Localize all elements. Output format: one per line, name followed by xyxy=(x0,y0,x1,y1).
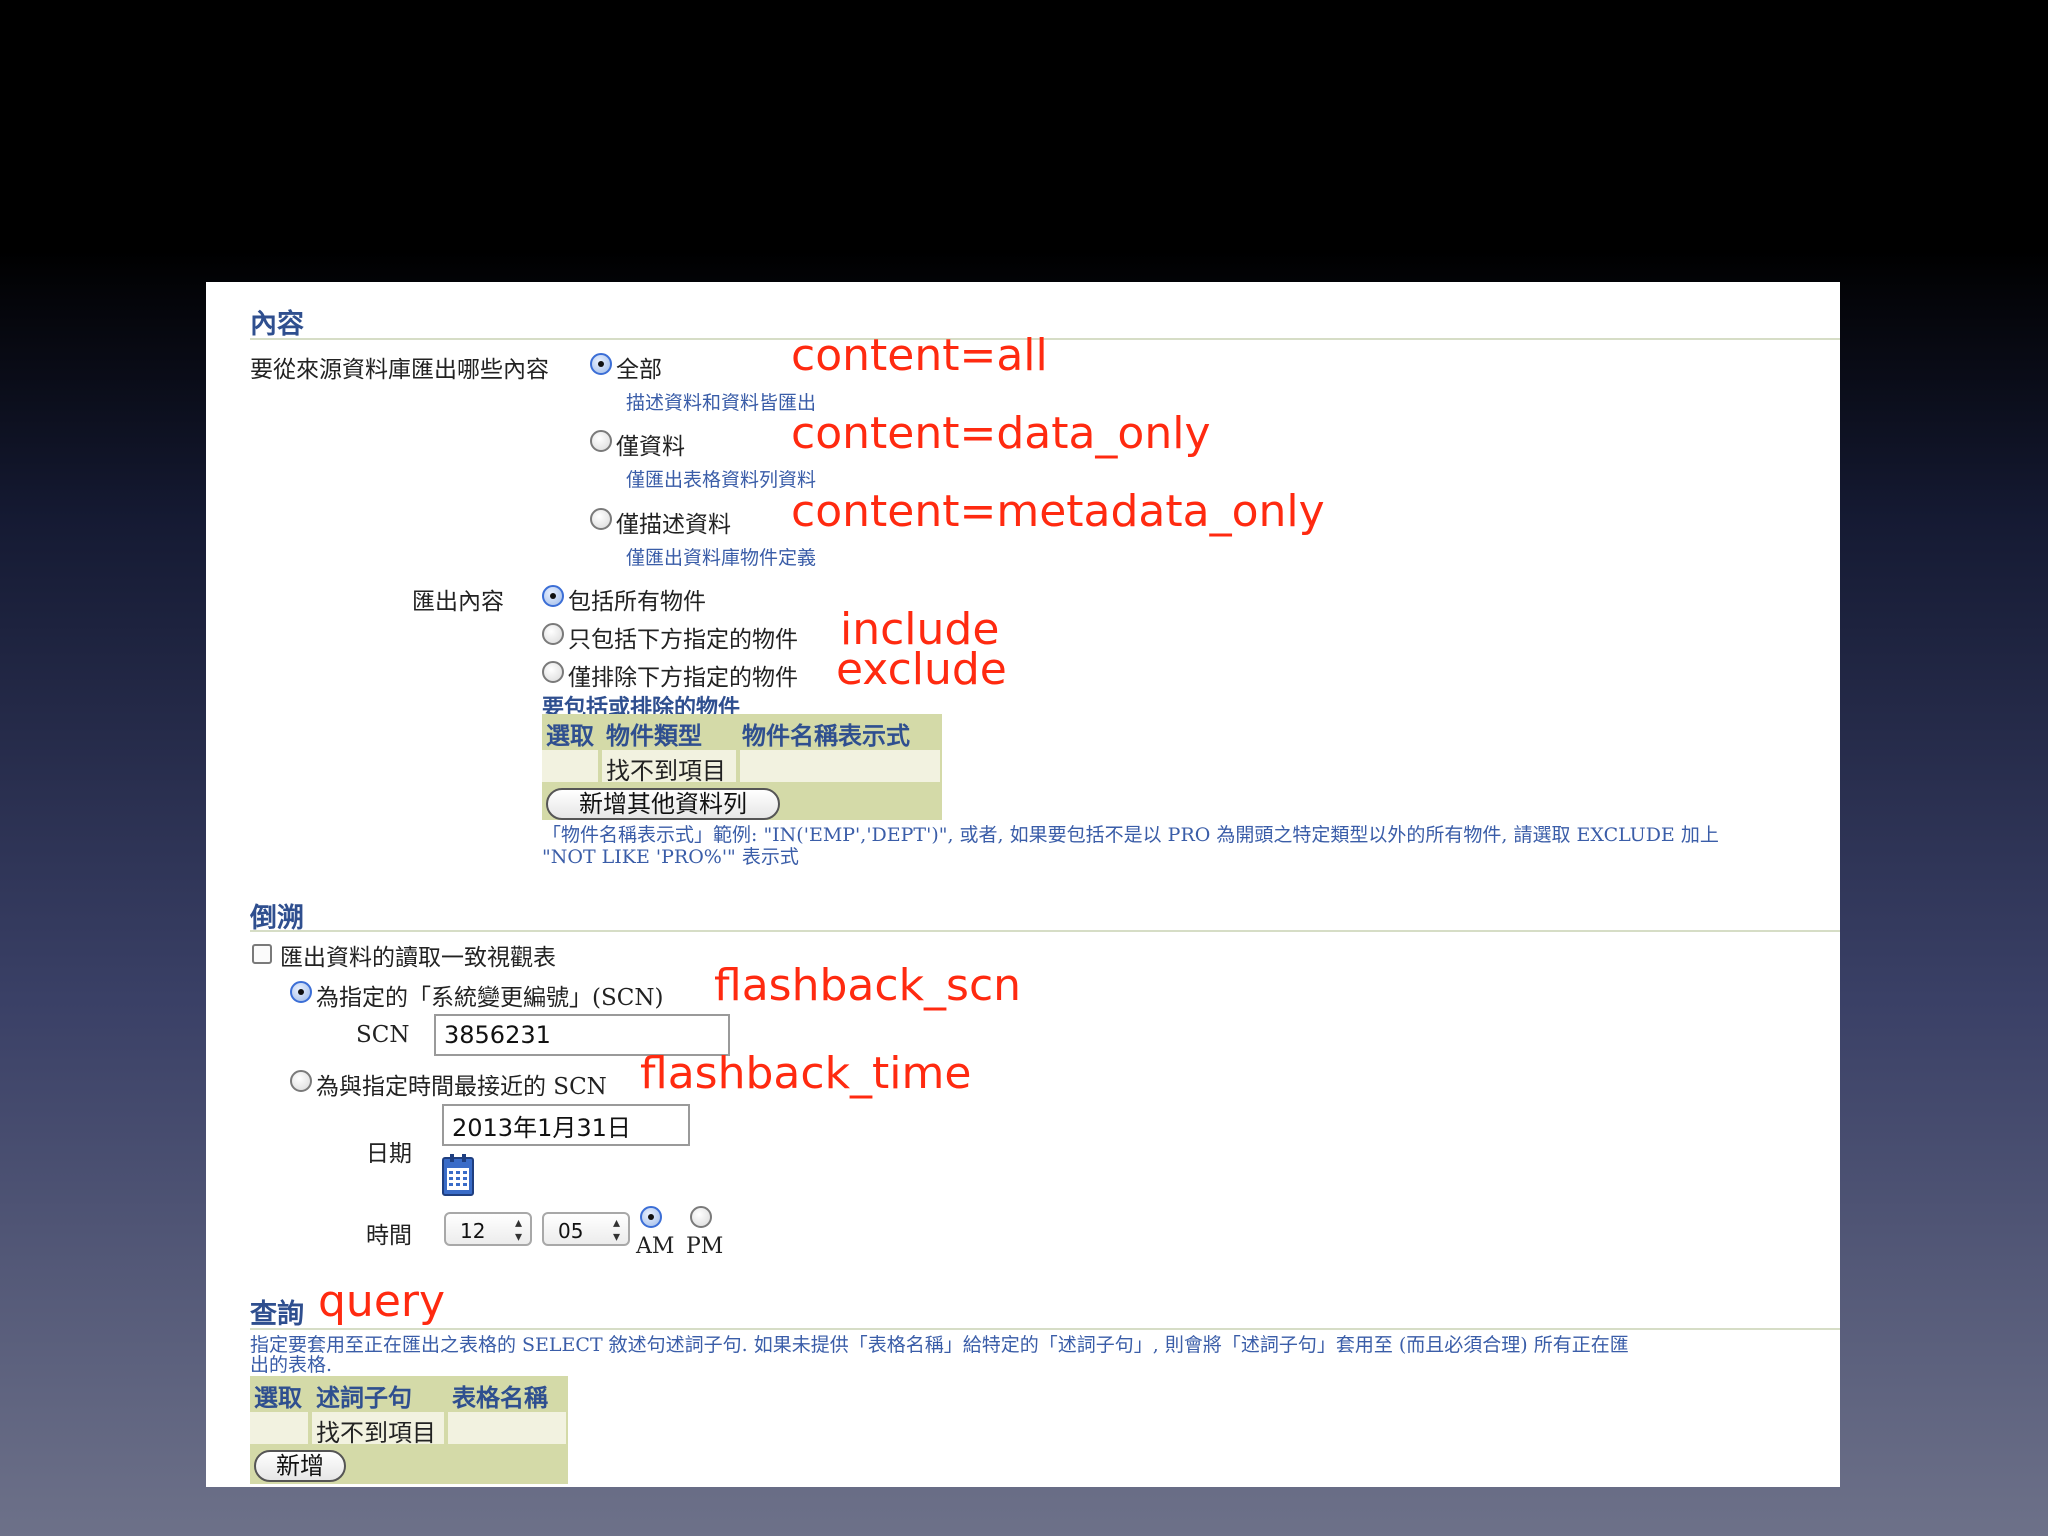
content-all-annotation: content=all xyxy=(791,330,1048,381)
objects-col-type: 物件類型 xyxy=(606,721,702,750)
pm-radio[interactable] xyxy=(690,1206,712,1228)
query-empty-text: 找不到項目 xyxy=(316,1419,436,1447)
select-arrows-icon: ▴ ▾ xyxy=(514,1215,522,1245)
table-row: 找不到項目 xyxy=(602,750,736,785)
hour-select-value: 12 xyxy=(460,1219,486,1243)
content-data-only-annotation: content=data_only xyxy=(791,408,1211,459)
content-metadata-only-label: 僅描述資料 xyxy=(616,512,731,538)
objects-empty-cell-select xyxy=(542,750,598,782)
query-col-table-name: 表格名稱 xyxy=(452,1383,548,1412)
content-metadata-only-annotation: content=metadata_only xyxy=(791,486,1325,537)
minute-select[interactable]: 05 ▴ ▾ xyxy=(542,1212,630,1246)
object-expression-note-line2: "NOT LIKE 'PRO%'" 表示式 xyxy=(542,846,799,868)
flashback-time-label: 為與指定時間最接近的 SCN xyxy=(316,1074,607,1100)
query-description-line2: 出的表格. xyxy=(250,1354,333,1376)
content-all-label: 全部 xyxy=(616,357,662,383)
date-label: 日期 xyxy=(366,1141,412,1167)
hour-select[interactable]: 12 ▴ ▾ xyxy=(444,1212,532,1246)
add-object-row-button[interactable]: 新增其他資料列 xyxy=(546,788,780,820)
flashback-scn-radio[interactable] xyxy=(290,981,312,1003)
content-question-label: 要從來源資料庫匯出哪些內容 xyxy=(250,357,549,383)
export-exclude-radio[interactable] xyxy=(542,661,564,683)
content-metadata-only-hint: 僅匯出資料庫物件定義 xyxy=(626,547,817,569)
content-data-only-label: 僅資料 xyxy=(616,434,685,460)
export-content-label: 匯出內容 xyxy=(412,589,504,615)
minute-select-value: 05 xyxy=(558,1219,584,1243)
read-consistent-view-label: 匯出資料的讀取一致視觀表 xyxy=(280,945,556,971)
flashback-scn-annotation: flashback_scn xyxy=(714,960,1022,1011)
scn-label: SCN xyxy=(356,1022,410,1048)
export-exclude-annotation: exclude xyxy=(836,644,1007,695)
objects-empty-cell-expr xyxy=(740,750,940,782)
objects-col-select: 選取 xyxy=(546,721,594,750)
query-col-select: 選取 xyxy=(254,1383,302,1412)
query-description-line1: 指定要套用至正在匯出之表格的 SELECT 敘述句述詞子句. 如果未提供「表格名… xyxy=(250,1334,1629,1356)
am-label: AM xyxy=(636,1234,675,1259)
objects-empty-text: 找不到項目 xyxy=(606,757,726,785)
export-exclude-label: 僅排除下方指定的物件 xyxy=(568,665,798,691)
export-all-objects-radio[interactable] xyxy=(542,585,564,607)
add-query-button[interactable]: 新增 xyxy=(254,1450,346,1482)
content-section-title: 內容 xyxy=(250,309,304,340)
query-empty-cell-select xyxy=(250,1412,308,1444)
date-input[interactable] xyxy=(442,1104,690,1146)
am-radio[interactable] xyxy=(640,1206,662,1228)
export-include-label: 只包括下方指定的物件 xyxy=(568,627,798,653)
flashback-scn-label: 為指定的「系統變更編號」(SCN) xyxy=(316,985,664,1011)
content-data-only-hint: 僅匯出表格資料列資料 xyxy=(626,469,817,491)
query-table: 選取 述詞子句 表格名稱 找不到項目 新增 xyxy=(250,1376,568,1484)
query-section-title: 查詢 xyxy=(250,1299,304,1330)
content-all-radio[interactable] xyxy=(590,353,612,375)
read-consistent-view-checkbox[interactable] xyxy=(252,944,272,964)
query-col-predicate: 述詞子句 xyxy=(316,1383,412,1412)
export-include-radio[interactable] xyxy=(542,623,564,645)
time-label: 時間 xyxy=(366,1223,412,1249)
calendar-icon[interactable] xyxy=(442,1154,474,1196)
select-arrows-icon: ▴ ▾ xyxy=(612,1215,620,1245)
table-row: 找不到項目 xyxy=(312,1412,444,1447)
query-empty-cell-table xyxy=(448,1412,566,1444)
export-all-objects-label: 包括所有物件 xyxy=(568,589,706,615)
flashback-time-radio[interactable] xyxy=(290,1070,312,1092)
content-metadata-only-radio[interactable] xyxy=(590,508,612,530)
objects-col-name-expr: 物件名稱表示式 xyxy=(742,721,910,750)
pm-label: PM xyxy=(686,1234,724,1259)
export-options-panel: 內容 要從來源資料庫匯出哪些內容 全部 描述資料和資料皆匯出 content=a… xyxy=(206,282,1840,1487)
objects-table: 選取 物件類型 物件名稱表示式 找不到項目 新增其他資料列 xyxy=(542,714,942,820)
content-all-hint: 描述資料和資料皆匯出 xyxy=(626,392,817,414)
flashback-section-divider xyxy=(250,930,1840,932)
content-data-only-radio[interactable] xyxy=(590,430,612,452)
flashback-time-annotation: flashback_time xyxy=(640,1048,972,1099)
query-annotation: query xyxy=(318,1276,446,1327)
